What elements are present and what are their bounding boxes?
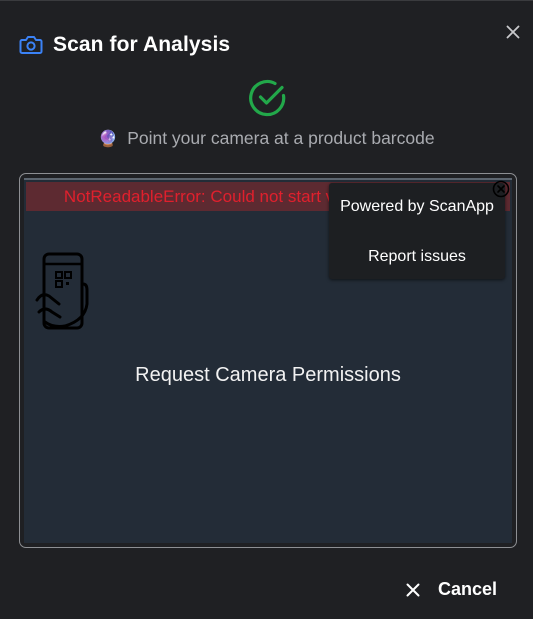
cancel-label: Cancel <box>437 579 497 599</box>
dialog-title: Scan for Analysis <box>53 33 231 56</box>
close-button[interactable] <box>503 22 523 42</box>
popover-close-button[interactable] <box>492 180 510 198</box>
phone-scan-icon <box>35 252 95 332</box>
powered-by-label: Powered by ScanApp <box>340 198 494 215</box>
close-icon <box>406 583 420 596</box>
check-circle-icon <box>248 78 288 118</box>
crystal-ball-icon: 🔮 <box>98 131 119 148</box>
scan-hint: 🔮 Point your camera at a product barcode <box>0 128 533 149</box>
camera-icon <box>19 33 43 57</box>
dialog-header: Scan for Analysis <box>19 31 230 59</box>
scan-dialog: Scan for Analysis 🔮 Point your camera at… <box>0 0 533 619</box>
scan-hint-text: Point your camera at a product barcode <box>127 128 435 148</box>
request-camera-permissions-button[interactable]: Request Camera Permissions <box>24 364 512 387</box>
cancel-button[interactable]: Cancel <box>404 579 497 600</box>
scanner-region: Request Camera Permissions NotReadableEr… <box>19 173 517 548</box>
scanner-info-popover: Powered by ScanApp Report issues <box>329 183 505 279</box>
close-icon <box>506 25 520 39</box>
report-issues-link[interactable]: Report issues <box>329 248 505 266</box>
close-circle-icon <box>492 180 510 198</box>
